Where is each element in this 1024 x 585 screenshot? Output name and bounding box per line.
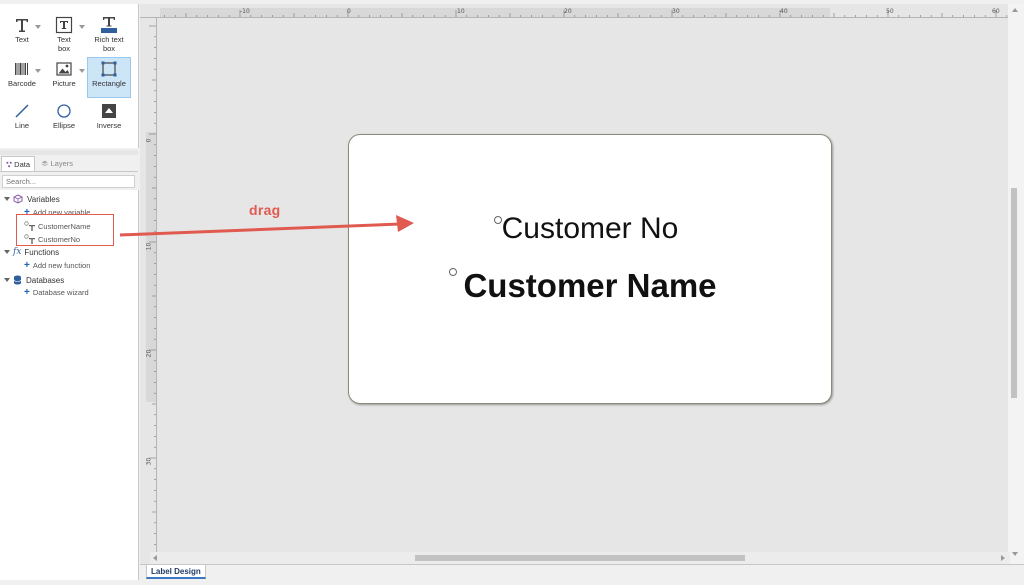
- add-new-function-label: Add new function: [32, 261, 91, 270]
- ruler-number: 20: [564, 8, 572, 15]
- text-box-dropdown-arrow-icon[interactable]: [79, 25, 85, 29]
- drag-arrow-icon: [119, 215, 414, 237]
- tool-label: Rectangle: [92, 79, 126, 88]
- tree-node-variables[interactable]: Variables: [4, 194, 60, 204]
- tool-rich-text-box[interactable]: Rich text box: [87, 14, 131, 54]
- tool-picture[interactable]: Picture: [42, 58, 86, 98]
- inverse-icon: [99, 102, 119, 120]
- ruler-number: 0: [145, 138, 153, 143]
- barcode-icon: [12, 60, 32, 78]
- tree-label-databases: Databases: [26, 275, 65, 285]
- scroll-down-arrow-icon[interactable]: [1012, 552, 1018, 556]
- tool-label: Picture: [52, 79, 76, 88]
- rectangle-icon: [99, 60, 119, 78]
- add-new-function-link[interactable]: + Add new function: [24, 259, 91, 271]
- ruler-number: -10: [240, 8, 250, 15]
- tree-node-databases[interactable]: Databases: [4, 275, 64, 285]
- plus-icon: +: [24, 286, 30, 298]
- tree-node-functions[interactable]: fx Functions: [4, 247, 59, 257]
- ruler-number: 20: [145, 349, 153, 358]
- scroll-left-arrow-icon[interactable]: [153, 555, 157, 561]
- panel-tab-strip: Data Layers: [0, 155, 138, 172]
- tree-label-variables: Variables: [27, 194, 60, 204]
- ellipse-icon: [54, 102, 74, 120]
- horizontal-scrollbar-thumb[interactable]: [415, 555, 745, 561]
- tool-label: Rich text box: [94, 35, 124, 53]
- ruler-number: 10: [145, 242, 153, 251]
- scroll-up-arrow-icon[interactable]: [1012, 8, 1018, 12]
- picture-icon: [54, 60, 74, 78]
- ruler-number: 30: [672, 8, 680, 15]
- data-icon: [6, 161, 12, 167]
- search-input[interactable]: [2, 175, 135, 188]
- plus-icon: +: [24, 259, 30, 271]
- tab-layers-label: Layers: [50, 159, 73, 168]
- ruler-number: 30: [145, 457, 153, 466]
- scroll-right-arrow-icon[interactable]: [1001, 555, 1005, 561]
- tool-inverse[interactable]: Inverse: [87, 100, 131, 140]
- ruler-number: 50: [886, 8, 894, 15]
- text-box-tool-icon: [54, 16, 74, 34]
- database-wizard-link[interactable]: + Database wizard: [24, 286, 89, 298]
- object-anchor-icon[interactable]: [449, 268, 457, 276]
- tool-label: Inverse: [96, 121, 122, 130]
- tab-label-design[interactable]: Label Design: [146, 565, 206, 579]
- picture-dropdown-arrow-icon[interactable]: [79, 69, 85, 73]
- ruler-number: 10: [457, 8, 465, 15]
- tool-label: Barcode: [8, 79, 36, 88]
- tool-label: Text box: [57, 35, 71, 53]
- database-wizard-label: Database wizard: [32, 288, 89, 297]
- collapse-caret-icon[interactable]: [4, 278, 10, 282]
- tree-label-functions: Functions: [24, 247, 60, 257]
- document-tab-strip: [140, 564, 1024, 585]
- object-anchor-icon[interactable]: [494, 216, 502, 224]
- layers-icon: [41, 160, 48, 167]
- tool-barcode[interactable]: Barcode: [0, 58, 44, 98]
- label-text-customer-name[interactable]: Customer Name: [348, 267, 832, 305]
- ruler-number: 60: [992, 8, 1000, 15]
- ruler-number: 0: [347, 8, 351, 15]
- database-icon: [13, 275, 22, 285]
- function-fx-icon: fx: [13, 247, 22, 257]
- label-text-customer-no[interactable]: Customer No: [348, 212, 832, 246]
- vertical-scrollbar-thumb[interactable]: [1011, 188, 1017, 398]
- variables-cube-icon: [13, 194, 23, 204]
- tool-rectangle[interactable]: Rectangle: [87, 57, 131, 98]
- data-tree: Variables + Add new variable CustomerNam…: [0, 190, 139, 580]
- variables-highlight-box: [16, 214, 114, 246]
- tool-line[interactable]: Line: [0, 100, 44, 140]
- tab-layers[interactable]: Layers: [37, 156, 77, 171]
- tool-ellipse[interactable]: Ellipse: [42, 100, 86, 140]
- ruler-number: 40: [780, 8, 788, 15]
- tool-text[interactable]: Text: [0, 14, 44, 54]
- toolbox-panel: Text Text box Rich text box Barcode Pict…: [0, 4, 139, 148]
- tab-data-label: Data: [14, 159, 30, 169]
- barcode-dropdown-arrow-icon[interactable]: [35, 69, 41, 73]
- tab-data[interactable]: Data: [1, 156, 35, 171]
- line-icon: [12, 102, 32, 120]
- collapse-caret-icon[interactable]: [4, 197, 10, 201]
- collapse-caret-icon[interactable]: [4, 250, 10, 254]
- tool-label: Text: [15, 35, 29, 44]
- tool-label: Ellipse: [52, 121, 76, 130]
- text-dropdown-arrow-icon[interactable]: [35, 25, 41, 29]
- text-tool-icon: [12, 16, 32, 34]
- rich-text-box-tool-icon: [99, 16, 119, 34]
- tool-label: Line: [14, 121, 30, 130]
- tool-text-box[interactable]: Text box: [42, 14, 86, 54]
